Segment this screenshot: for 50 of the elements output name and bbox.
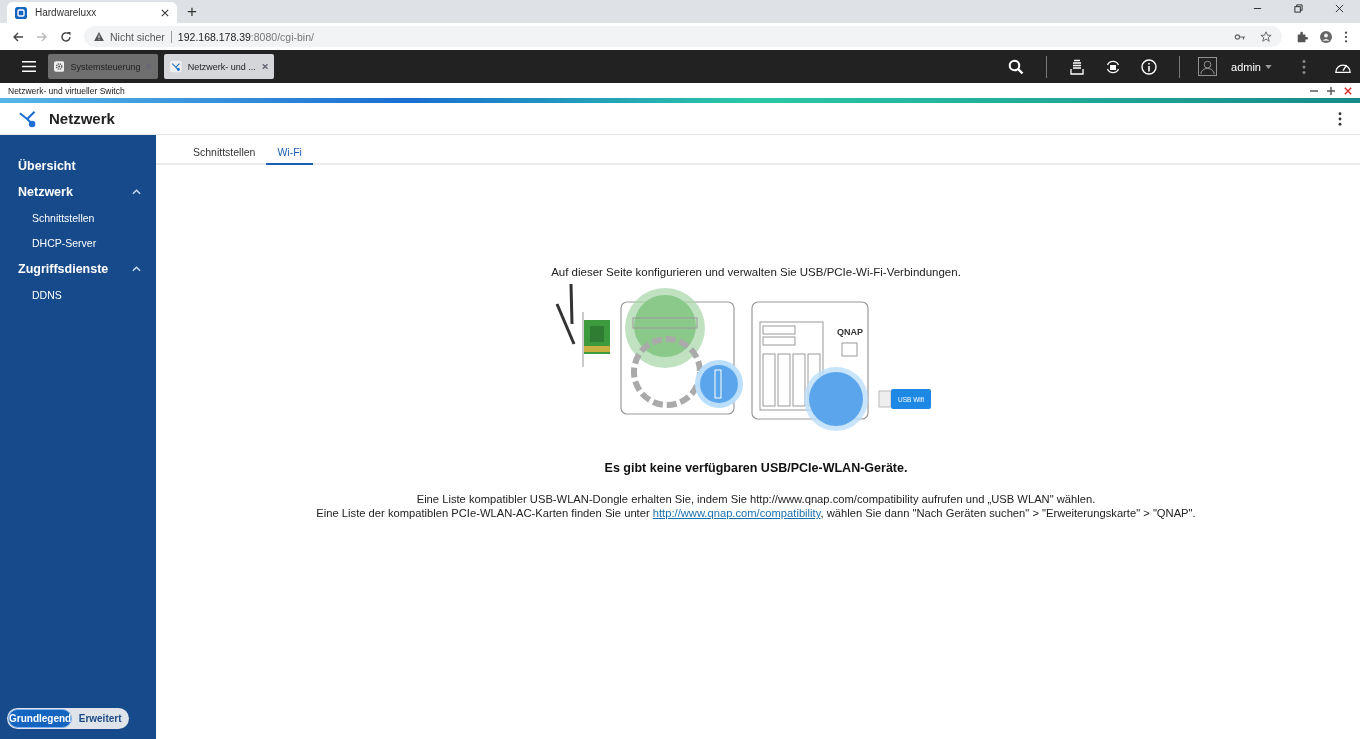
profile-icon[interactable] [1320, 30, 1332, 43]
close-icon[interactable] [161, 8, 169, 17]
info-icon[interactable] [1141, 58, 1158, 75]
mode-toggle[interactable]: Grundlegend Erweitert [7, 708, 129, 729]
tab[interactable]: Schnittstellen [182, 146, 267, 165]
hint-text: Eine Liste kompatibler USB-WLAN-Dongle erhalten Sie, indem Sie http://www.qnap.com/compatibility aufrufen und „USB WLAN" wählen. [416, 492, 1096, 506]
back-arrow-icon[interactable] [12, 30, 24, 43]
sidebar-item[interactable]: Netzwerk [18, 185, 73, 199]
sidebar-item[interactable]: Zugriffsdienste [18, 262, 109, 276]
new-tab-button[interactable]: + [187, 3, 197, 21]
restore-icon[interactable] [1294, 3, 1303, 13]
hint-text: Eine Liste der kompatiblen PCIe-WLAN-AC-Karten finden Sie unter http://www.qnap.com/compatibility, wählen Sie dann "Nach Geräten suchen" > "Erweiterungskarte" > "QNAP". [316, 506, 1196, 520]
sidebar-subitem[interactable]: Schnittstellen [32, 211, 95, 224]
close-icon[interactable] [1335, 3, 1344, 13]
sync-icon[interactable] [1105, 58, 1122, 75]
nas-label: QNAP [837, 327, 863, 337]
tab-title: Hardwareluxx [35, 7, 98, 18]
maximize-icon[interactable] [1327, 86, 1335, 95]
warning-icon [94, 32, 104, 41]
mode-option[interactable]: Grundlegend [8, 709, 73, 728]
user-avatar-icon[interactable] [1198, 57, 1218, 76]
menu-icon[interactable] [22, 60, 36, 73]
sidebar-subitem[interactable]: DHCP-Server [32, 237, 97, 250]
search-icon[interactable] [1008, 58, 1025, 75]
app-icon [15, 6, 27, 19]
puzzle-icon[interactable] [1296, 30, 1308, 43]
caret-icon[interactable] [1265, 64, 1272, 69]
star-icon[interactable] [1260, 30, 1272, 43]
empty-state-heading: Es gibt keine verfügbaren USB/PCIe-WLAN-Geräte. [604, 461, 908, 475]
mode-option[interactable]: Erweitert [72, 709, 128, 728]
gear-icon [54, 60, 65, 73]
stack-icon[interactable] [1069, 58, 1086, 75]
chevron-icon[interactable] [132, 266, 141, 272]
address-field[interactable]: Nicht sicher 192.168.178.39:8080/cgi-bin/ [84, 26, 1282, 47]
user-menu[interactable]: admin [1231, 60, 1261, 73]
tab[interactable]: Wi-Fi [266, 146, 313, 165]
chevron-icon[interactable] [132, 189, 141, 195]
browser-tab[interactable]: Hardwareluxx [7, 2, 177, 23]
window-title: Netzwerk- und virtueller Switch [8, 85, 125, 96]
window-tab[interactable]: Netzwerk- und ... [164, 54, 274, 79]
close-icon[interactable] [1344, 86, 1352, 95]
intro-text: Auf dieser Seite konfigurieren und verwalten Sie USB/PCIe-Wi-Fi-Verbindungen. [551, 266, 961, 278]
menu-icon[interactable] [1344, 30, 1348, 43]
reload-icon[interactable] [60, 30, 72, 43]
network-icon [18, 109, 38, 128]
more-icon[interactable] [1338, 111, 1342, 126]
sidebar-item[interactable]: Übersicht [18, 159, 76, 173]
network-icon [170, 60, 182, 73]
sidebar-subitem[interactable]: DDNS [32, 288, 62, 301]
app-title: Netzwerk [49, 110, 115, 127]
